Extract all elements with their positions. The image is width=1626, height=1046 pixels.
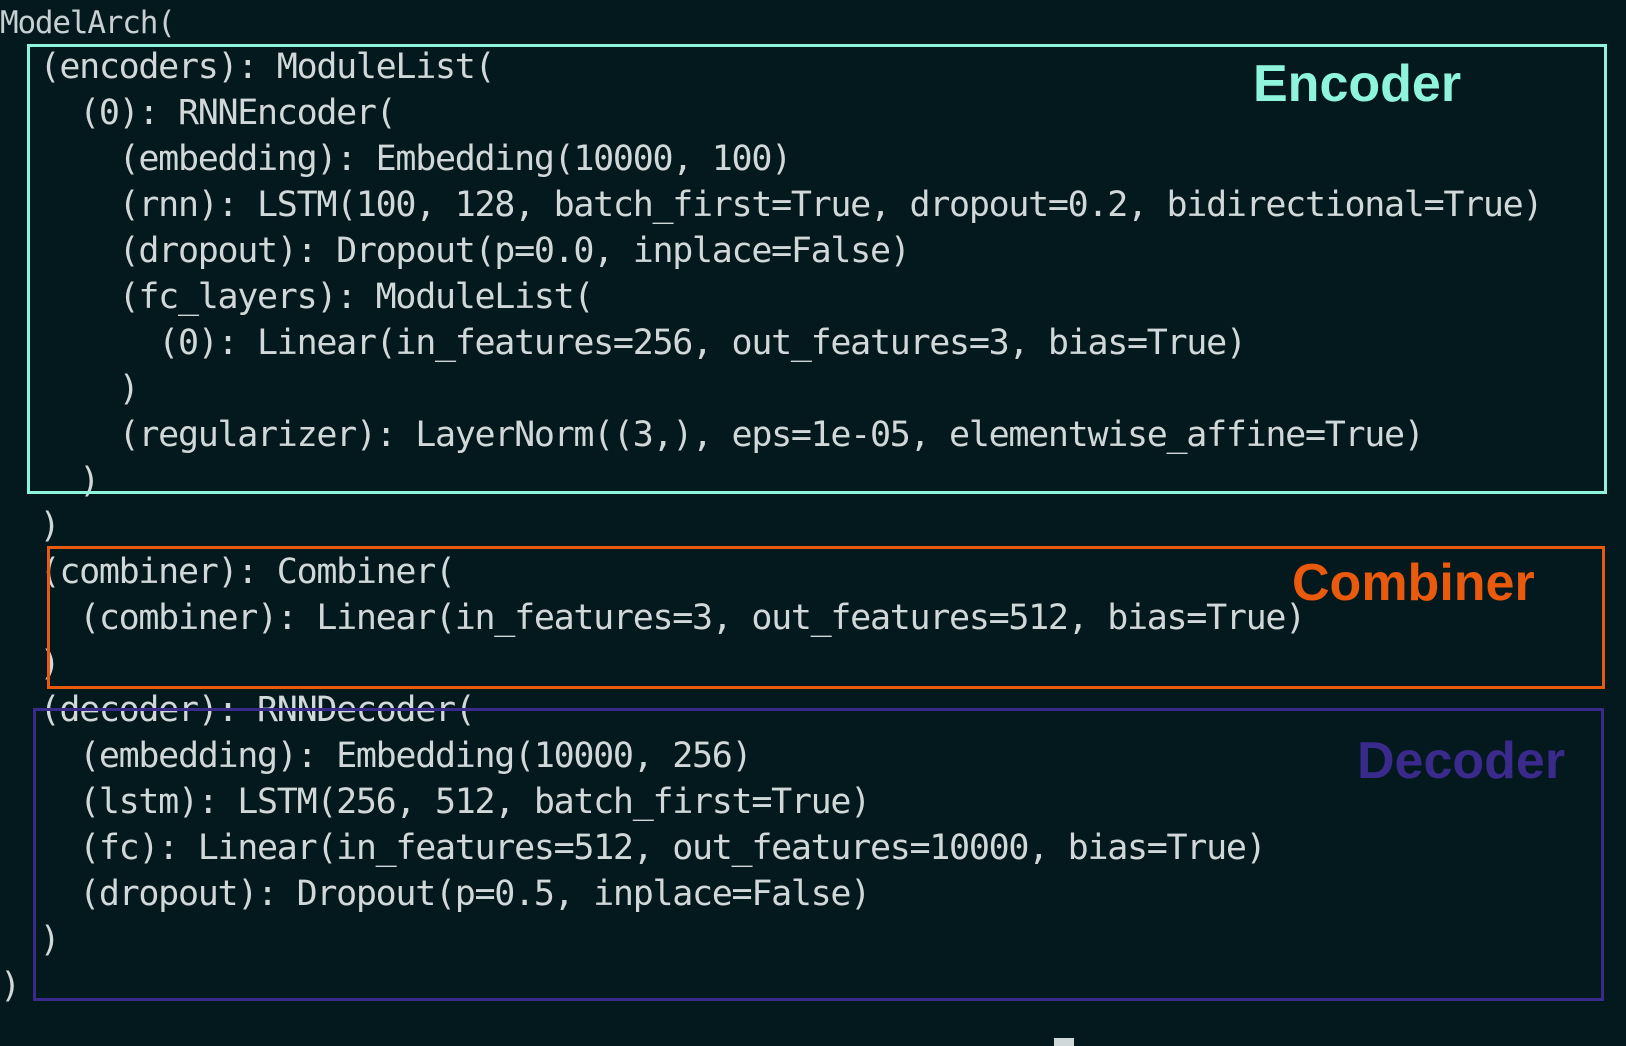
code-line-model-arch-close: ) bbox=[0, 966, 21, 1006]
decoder-label: Decoder bbox=[1357, 732, 1566, 790]
text-cursor bbox=[1054, 1038, 1074, 1046]
terminal-output: ModelArch( (encoders): ModuleList( (0): … bbox=[0, 0, 1626, 1046]
code-line-encoders-close: ) bbox=[0, 506, 61, 546]
code-line-model-arch: ModelArch( bbox=[0, 5, 176, 41]
combiner-label: Combiner bbox=[1292, 554, 1535, 612]
encoder-label: Encoder bbox=[1253, 55, 1462, 113]
